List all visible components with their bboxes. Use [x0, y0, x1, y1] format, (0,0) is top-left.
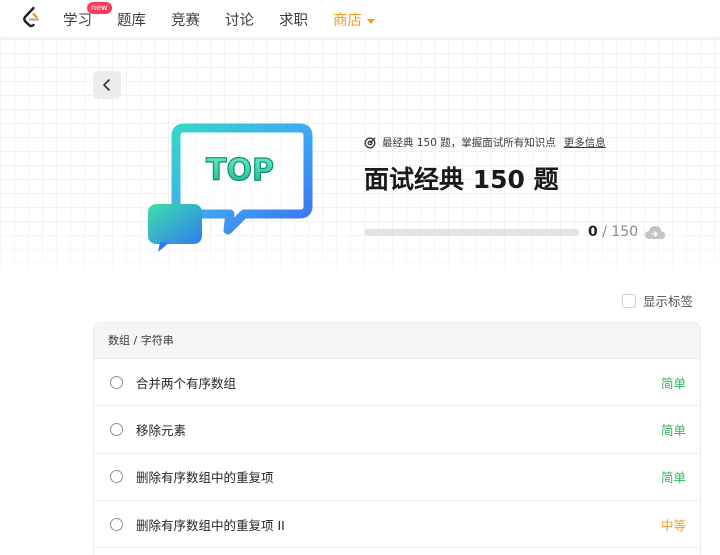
illustration-top-text: TOP [206, 153, 274, 188]
target-icon [364, 137, 376, 148]
new-badge: new [87, 2, 112, 14]
problem-row[interactable]: 合并两个有序数组 简单 [94, 359, 700, 407]
caret-down-icon [367, 18, 375, 24]
problem-list: 数组 / 字符串 合并两个有序数组 简单 移除元素 简单 删除有序数组中的重复项… [93, 322, 701, 555]
nav-jobs[interactable]: 求职 [279, 9, 308, 30]
problem-title[interactable]: 删除有序数组中的重复项 [136, 467, 274, 486]
circle-status-icon [110, 517, 123, 531]
back-button[interactable] [93, 71, 121, 99]
nav-store-label: 商店 [333, 13, 362, 29]
progress-total: 150 [611, 224, 639, 240]
chevron-left-icon [103, 79, 110, 91]
circle-status-icon [110, 375, 123, 389]
problem-row[interactable]: 删除有序数组中的重复项 简单 [94, 454, 700, 501]
progress-bar [364, 229, 579, 236]
circle-status-icon [110, 470, 123, 484]
top-150-illustration: TOP [148, 123, 313, 252]
nav-contest[interactable]: 竞赛 [171, 9, 200, 30]
problem-title[interactable]: 合并两个有序数组 [136, 373, 236, 392]
difficulty-label: 简单 [660, 375, 686, 391]
circle-status-icon [110, 422, 123, 436]
leetcode-logo-icon[interactable] [21, 6, 41, 30]
problem-row[interactable]: 移除元素 简单 [94, 406, 700, 454]
show-tags-label: 显示标签 [643, 294, 694, 309]
problem-title[interactable]: 移除元素 [136, 420, 186, 439]
problem-row[interactable]: 删除有序数组中的重复项 II 中等 [94, 501, 700, 549]
nav-store[interactable]: 商店 [333, 9, 375, 30]
cloud-sync-icon[interactable] [644, 222, 666, 242]
show-tags-toggle[interactable]: 显示标签 [622, 291, 693, 310]
nav-problemset[interactable]: 题库 [117, 9, 146, 30]
subtitle-row: 最经典 150 题，掌握面试所有知识点 更多信息 [364, 135, 606, 150]
progress-separator: / [602, 224, 607, 240]
progress-solved: 0 [588, 224, 598, 240]
section-header[interactable]: 数组 / 字符串 [94, 323, 700, 359]
page-title: 面试经典 150 题 [364, 165, 559, 194]
subtitle-text: 最经典 150 题，掌握面试所有知识点 [382, 137, 556, 149]
nav-learn[interactable]: 学习 [63, 9, 92, 30]
show-tags-checkbox[interactable] [622, 293, 636, 308]
top-nav: 学习 new 题库 竞赛 讨论 求职 商店 [0, 0, 720, 38]
problem-title[interactable]: 删除有序数组中的重复项 II [136, 515, 285, 534]
progress-counter: 0 / 150 [588, 224, 638, 240]
nav-discuss[interactable]: 讨论 [225, 9, 254, 30]
difficulty-label: 简单 [660, 422, 686, 438]
difficulty-label: 简单 [660, 470, 686, 486]
more-info-link[interactable]: 更多信息 [564, 135, 606, 150]
difficulty-label: 中等 [660, 517, 686, 533]
